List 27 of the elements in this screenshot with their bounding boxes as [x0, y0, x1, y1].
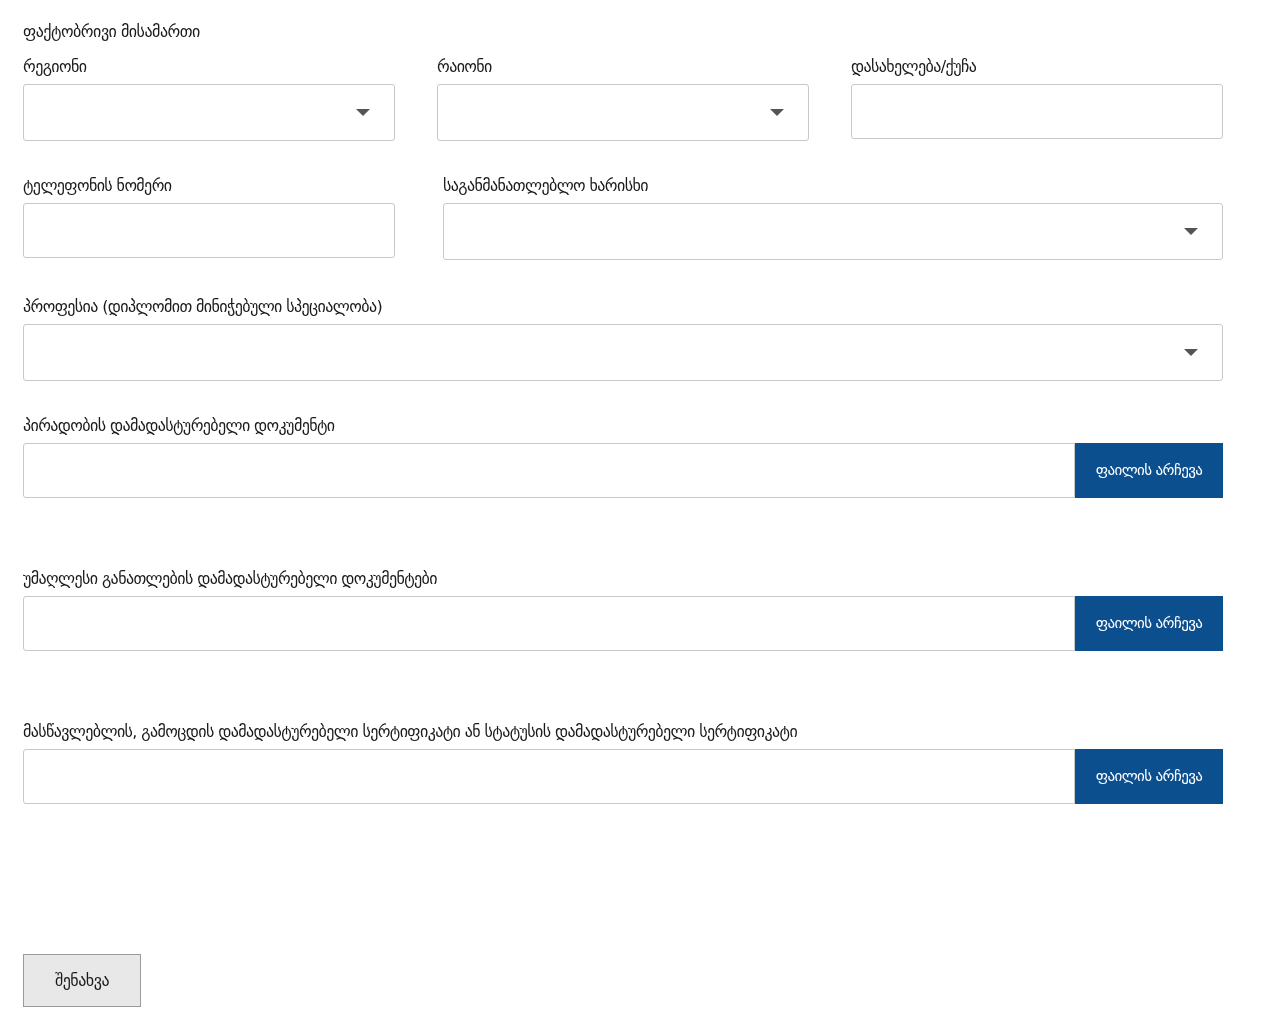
choose-file-button[interactable]: ფაილის არჩევა	[1075, 596, 1223, 651]
field-label: პირადობის დამადასტურებელი დოკუმენტი	[23, 415, 336, 437]
text-field[interactable]	[23, 203, 395, 258]
field-label: ტელეფონის ნომერი	[23, 175, 173, 197]
file-path-field[interactable]	[23, 596, 1075, 651]
caret-icon	[1184, 349, 1198, 356]
dropdown-field[interactable]	[23, 84, 395, 141]
dropdown-field[interactable]	[23, 324, 1223, 381]
field-label: პროფესია (დიპლომით მინიჭებული სპეციალობა)	[23, 296, 384, 318]
field-label: საგანმანათლებლო ხარისხი	[443, 175, 649, 197]
field-label: რაიონი	[437, 56, 493, 78]
caret-icon	[356, 109, 370, 116]
choose-file-button[interactable]: ფაილის არჩევა	[1075, 749, 1223, 804]
field-label: უმაღლესი განათლების დამადასტურებელი დოკუმენტები	[23, 568, 438, 590]
dropdown-field[interactable]	[437, 84, 809, 141]
section-title: ფაქტობრივი მისამართი	[23, 21, 201, 43]
file-path-field[interactable]	[23, 443, 1075, 498]
caret-icon	[770, 109, 784, 116]
field-label: მასწავლებლის, გამოცდის დამადასტურებელი სერტიფიკატი ან სტატუსის დამადასტურებელი სერტიფიკატი	[23, 721, 799, 743]
field-label: რეგიონი	[23, 56, 88, 78]
caret-icon	[1184, 228, 1198, 235]
field-label: დასახელება/ქუჩა	[851, 56, 978, 78]
choose-file-button[interactable]: ფაილის არჩევა	[1075, 443, 1223, 498]
dropdown-field[interactable]	[443, 203, 1223, 260]
text-field[interactable]	[851, 84, 1223, 139]
file-path-field[interactable]	[23, 749, 1075, 804]
save-button[interactable]: შენახვა	[23, 954, 141, 1007]
